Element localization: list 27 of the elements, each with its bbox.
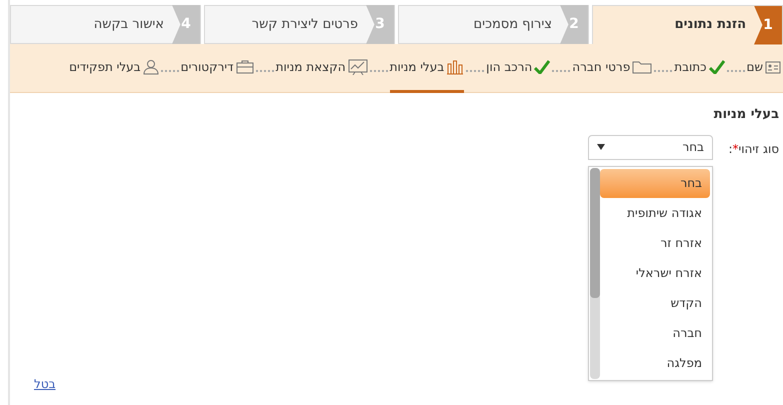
substep-item[interactable]: הקצאת מניות xyxy=(276,44,368,92)
substep-item[interactable]: הרכב הון xyxy=(486,44,550,92)
field-label: סוג זיהוי* : xyxy=(728,140,779,158)
substep-item[interactable]: שם xyxy=(746,44,781,92)
section-title: בעלי מניות xyxy=(712,106,779,124)
dropdown-option[interactable]: אגודה שיתופית xyxy=(600,198,710,228)
substep-item[interactable]: דירקטורים xyxy=(180,44,254,92)
substep-item[interactable]: פרטי חברה xyxy=(572,44,652,92)
dropdown-option[interactable]: הקדש xyxy=(600,288,710,318)
step-number: 4 xyxy=(172,5,200,44)
step-label: הזנת נתונים xyxy=(674,16,746,34)
dropdown-option[interactable]: בחר xyxy=(600,168,710,198)
dropdown-option[interactable]: חברה xyxy=(600,318,710,348)
step-label: פרטים ליצירת קשר xyxy=(252,16,358,34)
dropdown-option[interactable]: מפלגה xyxy=(600,348,710,378)
substep-item[interactable]: בעלי מניות xyxy=(390,44,464,92)
substep-item[interactable]: בעלי תפקידים xyxy=(69,44,159,92)
step-number: 1 xyxy=(754,6,782,44)
substep-item[interactable]: כתובת xyxy=(674,44,725,92)
cancel-link[interactable]: בטל xyxy=(34,375,56,393)
step-number: 3 xyxy=(366,5,394,44)
id-type-select[interactable]: בחר xyxy=(588,134,713,160)
dropdown-option[interactable]: אזרח ישראלי xyxy=(600,258,710,288)
step-label: צירוף מסמכים xyxy=(474,16,552,34)
step-label: אישור בקשה xyxy=(94,16,164,34)
dropdown-option[interactable]: אזרח זר xyxy=(600,228,710,258)
step-number: 2 xyxy=(560,5,588,44)
